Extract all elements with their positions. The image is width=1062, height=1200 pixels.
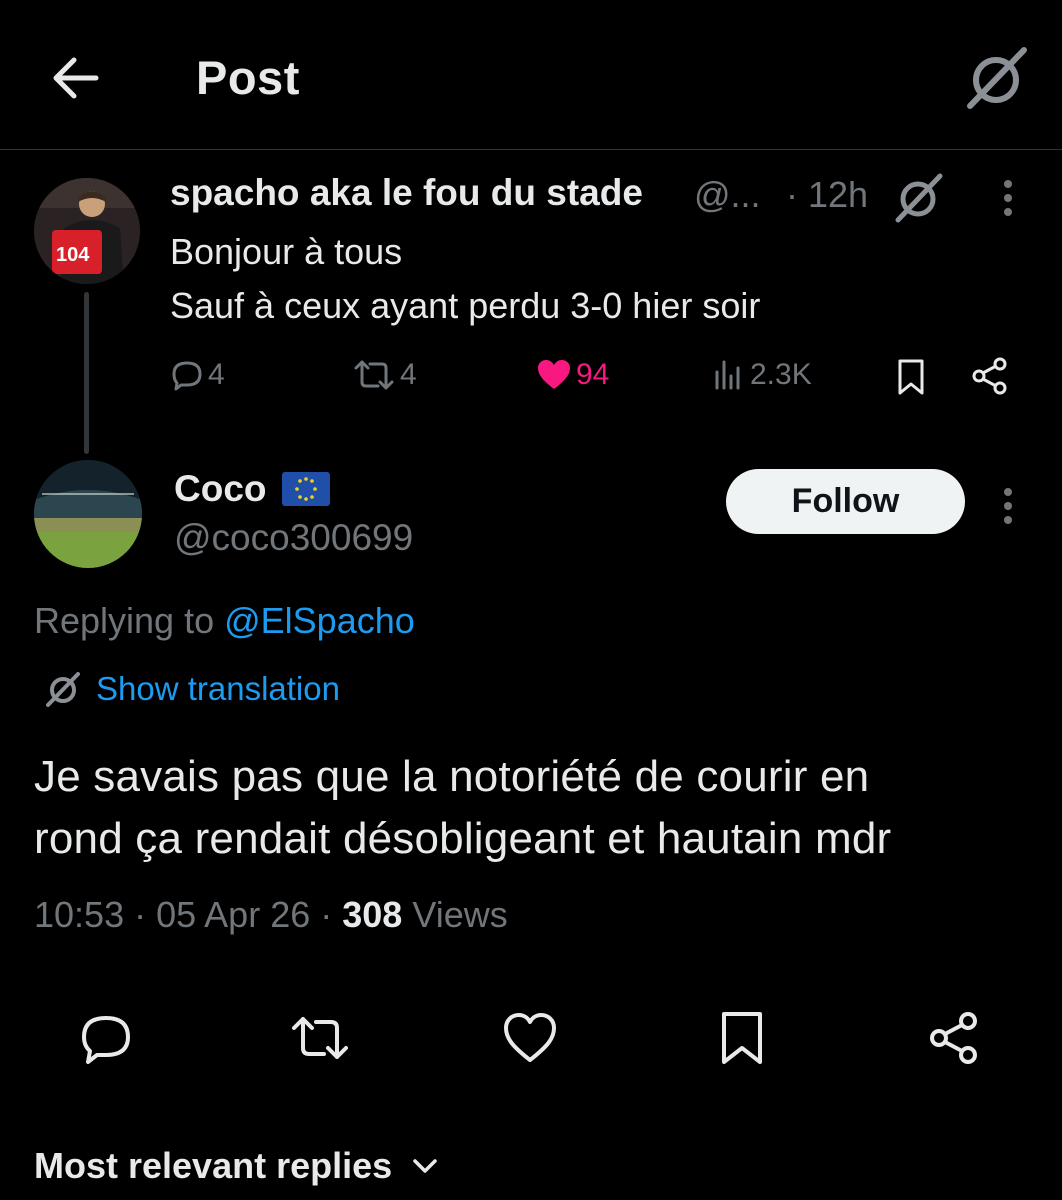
- avatar[interactable]: [34, 460, 142, 568]
- share-icon: [972, 357, 1007, 395]
- sort-replies-button[interactable]: Most relevant replies: [34, 1145, 440, 1187]
- chevron-down-icon: [413, 1159, 437, 1173]
- heart-icon: [504, 1013, 556, 1062]
- reply-text-line-1: Je savais pas que la notoriété de courir…: [34, 752, 870, 801]
- parent-repost-count: 4: [400, 358, 417, 391]
- views-count: 308: [342, 894, 403, 935]
- top-bar: [0, 0, 1062, 150]
- back-button[interactable]: [44, 46, 108, 110]
- parent-repost-button[interactable]: 4: [352, 358, 417, 392]
- bookmark-button[interactable]: [714, 1010, 770, 1066]
- views-label: Views: [412, 894, 508, 935]
- parent-reply-count: 4: [208, 358, 225, 391]
- replying-to: Replying to @ElSpacho: [34, 600, 415, 642]
- parent-post-time: · 12h: [786, 174, 869, 215]
- reply-button[interactable]: [78, 1010, 134, 1066]
- heart-filled-icon: [538, 360, 570, 389]
- reply-icon: [82, 1016, 130, 1064]
- parent-grok-button[interactable]: [890, 170, 946, 226]
- grok-button[interactable]: [960, 42, 1032, 114]
- post-time: 10:53: [34, 894, 125, 935]
- parent-view-count: 2.3K: [750, 358, 812, 391]
- eu-flag-icon: [282, 472, 330, 506]
- parent-post-text-line-2: Sauf à ceux ayant perdu 3-0 hier soir: [170, 285, 761, 326]
- follow-button[interactable]: Follow: [726, 469, 965, 534]
- page-title: Post: [196, 51, 300, 104]
- repost-icon: [292, 1017, 348, 1059]
- more-vertical-icon: [1004, 488, 1012, 524]
- grok-icon: [46, 672, 80, 707]
- parent-share-button[interactable]: [970, 356, 1010, 396]
- views-bar-icon: [715, 360, 740, 390]
- bookmark-icon: [722, 1012, 762, 1064]
- avatar-photo: 104: [34, 178, 140, 284]
- parent-like-count: 94: [576, 358, 610, 391]
- repost-button[interactable]: [290, 1010, 348, 1066]
- reply-more-button[interactable]: [990, 480, 1026, 532]
- avatar[interactable]: 104: [34, 178, 140, 284]
- parent-views-button[interactable]: 2.3K: [712, 358, 812, 392]
- thread-line: [84, 292, 89, 454]
- parent-reply-button[interactable]: 4: [170, 358, 225, 392]
- grok-icon: [895, 173, 943, 223]
- replying-to-prefix: Replying to: [34, 600, 225, 641]
- reply-author-handle[interactable]: @coco300699: [174, 517, 413, 559]
- reply-author-name[interactable]: Coco: [174, 468, 267, 510]
- show-translation-label: Show translation: [96, 670, 340, 707]
- parent-author-handle[interactable]: @...: [694, 174, 761, 216]
- reply-icon: [172, 361, 202, 391]
- arrow-left-icon: [53, 57, 99, 99]
- parent-like-button[interactable]: 94: [536, 358, 609, 392]
- parent-post-text-line-1: Bonjour à tous: [170, 231, 403, 272]
- parent-author-name[interactable]: spacho aka le fou du stade: [170, 172, 643, 214]
- more-vertical-icon: [1004, 180, 1012, 216]
- like-button[interactable]: [502, 1010, 558, 1066]
- jersey-number: 104: [56, 244, 90, 266]
- avatar-photo: [34, 460, 142, 568]
- post-meta: 10:53 · 05 Apr 26 · 308 Views: [34, 894, 508, 935]
- post-date: 05 Apr 26: [156, 894, 311, 935]
- repost-icon: [354, 360, 394, 390]
- share-icon: [930, 1012, 977, 1064]
- reply-text-line-2: rond ça rendait désobligeant et hautain …: [34, 814, 892, 863]
- sort-replies-label: Most relevant replies: [34, 1145, 393, 1186]
- parent-more-button[interactable]: [990, 172, 1026, 224]
- grok-icon: [967, 47, 1027, 109]
- parent-bookmark-button[interactable]: [894, 358, 928, 396]
- bookmark-icon: [898, 359, 924, 395]
- replying-to-link[interactable]: @ElSpacho: [224, 600, 415, 641]
- share-button[interactable]: [926, 1010, 982, 1066]
- show-translation-button[interactable]: Show translation: [44, 670, 340, 708]
